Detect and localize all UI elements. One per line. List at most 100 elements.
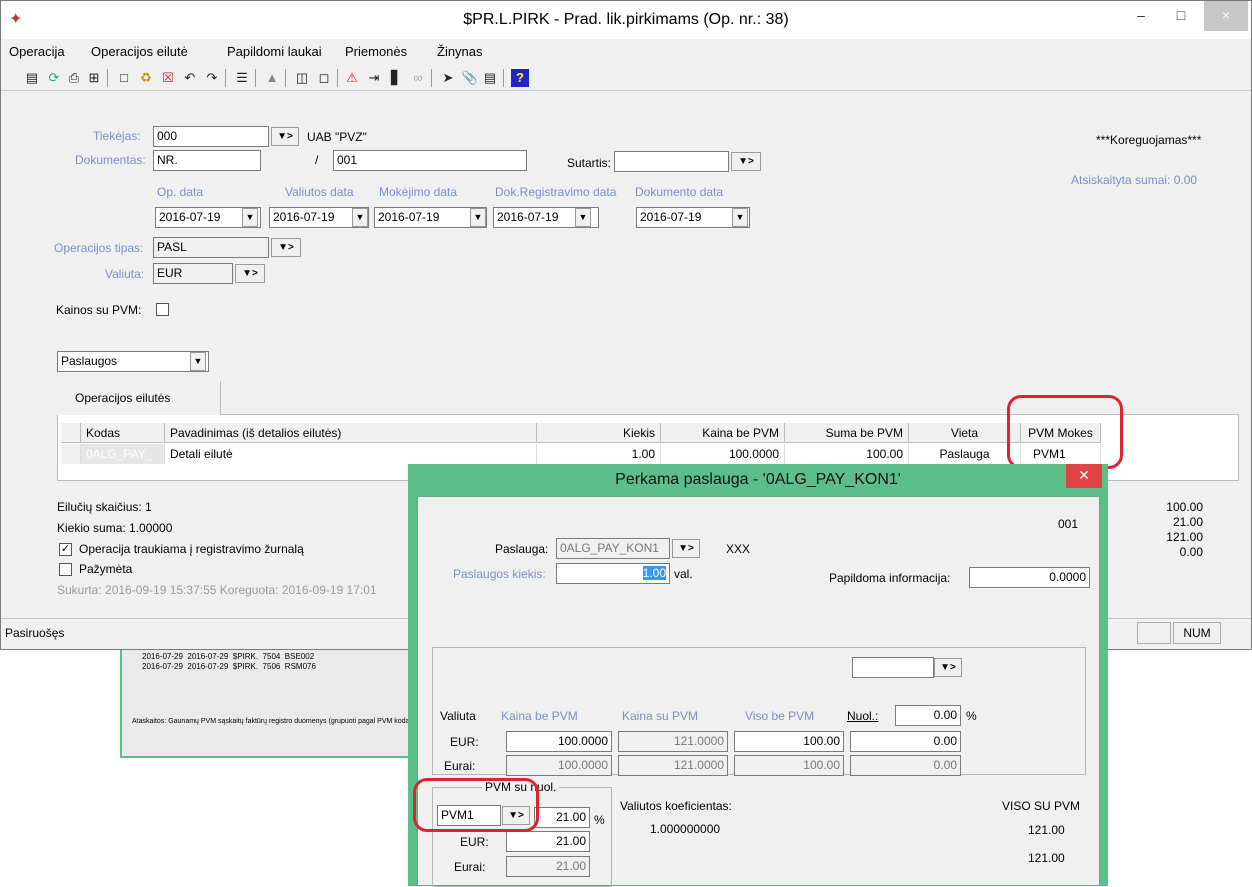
dialog-nr: 001	[1058, 517, 1079, 531]
tiekejas-lookup-button[interactable]: ▼>	[271, 127, 299, 146]
col-suma-be-pvm[interactable]: Suma be PVM	[785, 423, 909, 443]
toolbar-separator	[285, 69, 286, 87]
nuol-input[interactable]: 0.00	[895, 705, 961, 726]
eur-viso-be-input[interactable]: 100.00	[734, 731, 844, 752]
dialog-title: Perkama paslauga - '0ALG_PAY_KON1'	[615, 471, 901, 488]
cell-suma-be-pvm[interactable]: 100.00	[785, 444, 909, 464]
pazymeta-checkbox[interactable]	[59, 563, 72, 576]
koef-label: Valiutos koeficientas:	[620, 799, 732, 813]
chevron-down-icon[interactable]: ▼	[470, 208, 486, 227]
top-select[interactable]	[852, 657, 934, 678]
chevron-down-icon[interactable]: ▼	[242, 208, 258, 227]
col-kiekis[interactable]: Kiekis	[537, 423, 661, 443]
add-icon[interactable]: ♻	[137, 69, 155, 87]
op-data-label: Op. data	[157, 185, 204, 199]
close-button[interactable]: ×	[1204, 1, 1248, 31]
top-select-lookup-button[interactable]: ▼>	[934, 658, 962, 677]
warning-icon[interactable]: ⚠	[343, 69, 361, 87]
sutartis-lookup-button[interactable]: ▼>	[731, 152, 761, 171]
pin-icon[interactable]: ➤	[439, 69, 457, 87]
refresh-icon[interactable]: ⟳	[45, 69, 63, 87]
valiuta-lookup-button[interactable]: ▼>	[235, 264, 265, 283]
minimize-button[interactable]: –	[1121, 1, 1161, 31]
col-vieta[interactable]: Vieta	[909, 423, 1021, 443]
chevron-down-icon[interactable]: ▼	[190, 352, 206, 371]
total-su-pvm: 121.00	[1166, 530, 1203, 544]
viso-su-value-2: 121.00	[1028, 851, 1065, 865]
kainos-pvm-checkbox[interactable]	[156, 303, 169, 316]
menu-papildomi-laukai[interactable]: Papildomi laukai	[227, 44, 322, 59]
dokumentas-input[interactable]: NR.	[153, 150, 261, 171]
category-select[interactable]: Paslaugos	[57, 351, 209, 372]
status-pane	[1137, 622, 1171, 644]
undo-icon[interactable]: ↶	[181, 69, 199, 87]
book-icon[interactable]: ▤	[23, 69, 41, 87]
columns-icon[interactable]: ☰	[233, 69, 251, 87]
cell-pavadinimas[interactable]: Detali eilutė	[165, 444, 537, 464]
valiutos-data-value: 2016-07-19	[273, 210, 335, 224]
paslauga-input[interactable]: 0ALG_PAY_KON1	[556, 538, 670, 559]
eurai-viso-be-input[interactable]: 100.00	[734, 755, 844, 776]
mokejimo-data-label: Mokėjimo data	[379, 185, 458, 199]
notes-icon[interactable]: ▤	[481, 69, 499, 87]
chevron-down-icon[interactable]: ▼	[575, 208, 591, 227]
cell-kaina-be-pvm[interactable]: 100.0000	[661, 444, 785, 464]
delete-icon[interactable]: ☒	[159, 69, 177, 87]
sutartis-input[interactable]	[614, 151, 729, 172]
eur-nuol-input[interactable]: 0.00	[850, 731, 961, 752]
tab-operacijos-eilutes[interactable]: Operacijos eilutės	[57, 381, 221, 415]
valiuta-input[interactable]: EUR	[153, 263, 233, 284]
menu-zinynas[interactable]: Žinynas	[437, 44, 483, 59]
eurai-kaina-be-input[interactable]: 100.0000	[506, 755, 612, 776]
stamp-icon[interactable]: ▲	[263, 69, 281, 87]
help-icon[interactable]: ?	[511, 69, 529, 87]
kaina-be-column-label: Kaina be PVM	[501, 709, 578, 723]
menu-operacija[interactable]: Operacija	[9, 44, 65, 59]
link-icon[interactable]: ∞	[409, 69, 427, 87]
paslauga-lookup-button[interactable]: ▼>	[672, 539, 700, 558]
traukiama-checkbox[interactable]: ✓	[59, 543, 72, 556]
pvm-eur-input[interactable]: 21.00	[506, 831, 590, 852]
pvm-rate-input[interactable]: 21.00	[534, 807, 590, 828]
cell-kiekis[interactable]: 1.00	[537, 444, 661, 464]
eur-kaina-be-input[interactable]: 100.0000	[506, 731, 612, 752]
col-pavadinimas[interactable]: Pavadinimas (iš detalios eilutės)	[165, 423, 537, 443]
maximize-button[interactable]: □	[1161, 1, 1201, 31]
menu-priemones[interactable]: Priemonės	[345, 44, 407, 59]
redo-icon[interactable]: ↷	[203, 69, 221, 87]
dok-reg-data-value: 2016-07-19	[497, 210, 559, 224]
chevron-down-icon[interactable]: ▼	[732, 208, 748, 227]
dok-reg-label: Dok.Registravimo data	[495, 185, 617, 199]
dokumentas-nr-input[interactable]: 001	[333, 150, 527, 171]
op-tipas-input[interactable]: PASL	[153, 237, 269, 258]
row-indicator[interactable]	[61, 444, 81, 464]
op-tipas-lookup-button[interactable]: ▼>	[271, 238, 301, 257]
eurai-kaina-su-input[interactable]: 121.0000	[618, 755, 728, 776]
menu-operacijos-eilute[interactable]: Operacijos eilutė	[91, 44, 188, 59]
import-icon[interactable]: ⇥	[365, 69, 383, 87]
eur-kaina-su-input[interactable]: 121.0000	[618, 731, 728, 752]
bars-icon[interactable]: ▋	[387, 69, 405, 87]
eurai-nuol-input[interactable]: 0.00	[850, 755, 961, 776]
cell-kodas[interactable]: 0ALG_PAY_	[81, 444, 165, 464]
col-kodas[interactable]: Kodas	[81, 423, 165, 443]
col-kaina-be-pvm[interactable]: Kaina be PVM	[661, 423, 785, 443]
eiluciu-skaicius: Eilučių skaičius: 1	[57, 500, 152, 514]
dialog-close-button[interactable]: ✕	[1066, 464, 1102, 488]
papildoma-input[interactable]: 0.0000	[969, 567, 1090, 588]
preview-icon[interactable]: ⊞	[85, 69, 103, 87]
kiekis-value: 1.00	[642, 566, 666, 580]
pvm-eurai-input[interactable]: 21.00	[506, 856, 590, 877]
paperclip-icon[interactable]: 📎	[461, 69, 479, 87]
cell-vieta[interactable]: Paslauga	[909, 444, 1021, 464]
tiekejas-input[interactable]: 000	[153, 126, 269, 147]
highlight-pvm-column	[1007, 395, 1123, 469]
kiekis-input[interactable]: 1.00	[556, 563, 670, 584]
print-icon[interactable]: ⎙	[65, 69, 83, 87]
chevron-down-icon[interactable]: ▼	[352, 208, 368, 227]
new-icon[interactable]: □	[115, 69, 133, 87]
op-data-value: 2016-07-19	[159, 210, 221, 224]
attach-doc-icon[interactable]: ◻	[315, 69, 333, 87]
papildoma-label: Papildoma informacija:	[829, 571, 951, 585]
document-icon[interactable]: ◫	[293, 69, 311, 87]
